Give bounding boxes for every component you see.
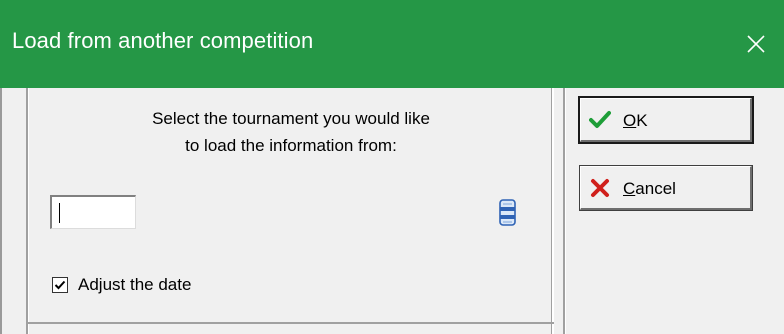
title-bar[interactable]: Load from another competition [0, 0, 784, 88]
list-lookup-icon [499, 199, 516, 226]
window-border [0, 88, 2, 334]
instruction-text: Select the tournament you would like to … [26, 105, 556, 159]
tournament-lookup-button[interactable] [497, 196, 519, 230]
ok-button-label: OK [623, 111, 648, 131]
close-icon [747, 35, 765, 53]
button-column-divider [563, 88, 565, 334]
text-caret [59, 203, 60, 223]
close-button[interactable] [728, 20, 784, 68]
cancel-mnemonic: C [623, 179, 636, 198]
cancel-label-rest: ancel [635, 179, 676, 198]
red-x-icon [591, 179, 609, 197]
tournament-input[interactable] [50, 195, 136, 229]
ok-label-rest: K [636, 111, 648, 130]
instruction-line-2: to load the information from: [185, 136, 397, 155]
adjust-date-label: Adjust the date [78, 275, 192, 294]
cancel-button-label: Cancel [623, 179, 676, 199]
adjust-date-checkbox[interactable] [52, 277, 68, 293]
green-checkmark-icon [589, 111, 611, 128]
cancel-button[interactable]: Cancel [580, 166, 752, 210]
adjust-date-option[interactable]: Adjust the date [52, 274, 191, 296]
checkmark-icon [54, 280, 66, 290]
window-title: Load from another competition [12, 28, 314, 53]
panel-bottom-border [26, 322, 554, 324]
ok-button[interactable]: OK [580, 98, 752, 142]
instruction-line-1: Select the tournament you would like [152, 109, 430, 128]
ok-mnemonic: O [623, 111, 637, 130]
